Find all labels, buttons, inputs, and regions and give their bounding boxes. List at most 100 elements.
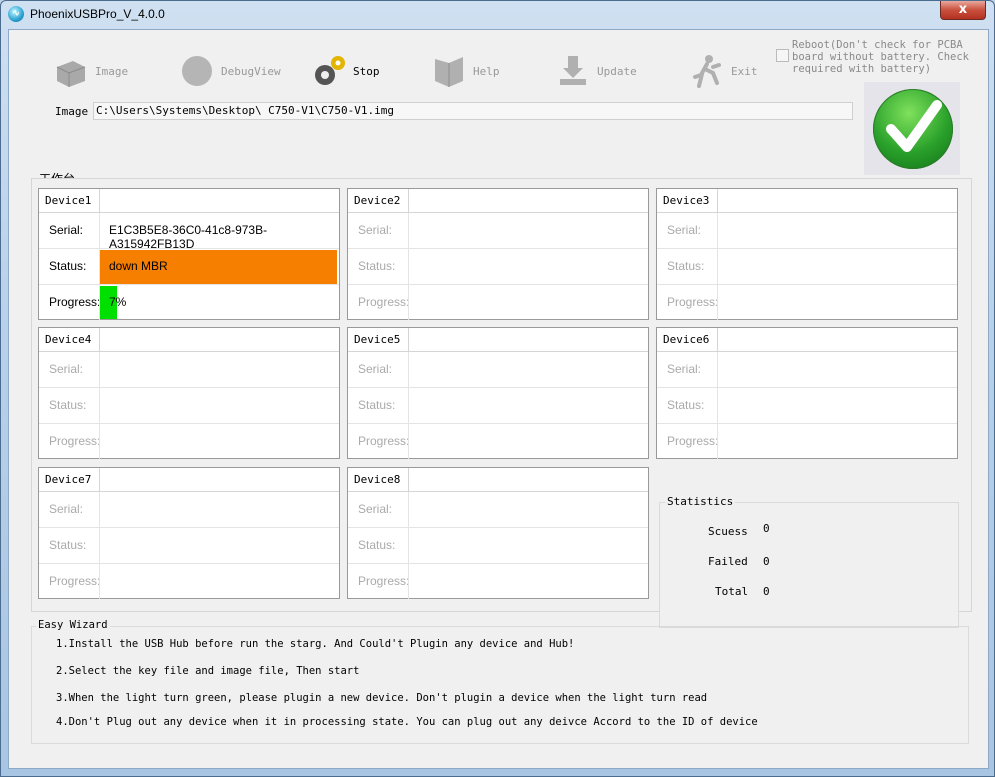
status-label: Status: (49, 259, 87, 273)
status-label: Status: (49, 538, 87, 552)
header-divider (408, 328, 409, 351)
row-divider (408, 424, 409, 459)
device-name: Device2 (354, 194, 401, 207)
serial-row: Serial: (348, 213, 648, 249)
progress-value: 7% (109, 295, 127, 309)
row-divider (717, 249, 718, 284)
title-bar[interactable]: ∿ PhoenixUSBPro_V_4.0.0 x (1, 1, 994, 27)
reboot-checkbox-label: Reboot(Don't check for PCBA board withou… (792, 39, 970, 75)
image-button[interactable]: Image (53, 48, 128, 94)
serial-label: Serial: (49, 502, 84, 516)
progress-row: Progress: (348, 564, 648, 599)
device-name: Device4 (45, 333, 92, 346)
serial-label: Serial: (667, 223, 702, 237)
row-divider (99, 285, 100, 320)
update-button-label: Update (597, 64, 637, 78)
device-name: Device7 (45, 473, 92, 486)
row-divider (717, 388, 718, 423)
device-header: Device4 (39, 328, 339, 352)
gears-icon (315, 56, 345, 85)
stop-button[interactable]: Stop (311, 48, 380, 94)
reboot-checkbox-box[interactable] (776, 49, 789, 62)
failed-label: Failed (708, 555, 748, 568)
status-light-circle (873, 89, 953, 169)
image-file-icon (56, 61, 86, 87)
download-icon (560, 56, 586, 85)
header-divider (717, 189, 718, 212)
total-label: Total (715, 585, 749, 598)
device-header: Device8 (348, 468, 648, 492)
serial-label: Serial: (49, 362, 84, 376)
progress-row: Progress: (39, 564, 339, 599)
row-divider (408, 492, 409, 527)
window-title: PhoenixUSBPro_V_4.0.0 (30, 7, 165, 21)
progress-row: Progress: 7% (39, 285, 339, 320)
serial-row: Serial: (39, 492, 339, 528)
row-divider (717, 213, 718, 248)
stop-button-label: Stop (353, 64, 380, 78)
header-divider (99, 468, 100, 491)
row-divider (717, 285, 718, 320)
progress-row: Progress: (657, 285, 957, 320)
serial-row: Serial: (39, 352, 339, 388)
statistics-title: Statistics (665, 495, 736, 508)
statistics-panel (659, 502, 959, 628)
row-divider (99, 564, 100, 599)
row-divider (408, 249, 409, 284)
device-panel-5: Device5 Serial: Status: Progress: (347, 327, 649, 459)
success-label: Scuess (708, 525, 748, 538)
row-divider (99, 213, 100, 248)
help-book-icon (435, 57, 463, 87)
device-name: Device3 (663, 194, 710, 207)
status-light (864, 82, 960, 175)
debugview-button[interactable]: DebugView (179, 48, 281, 94)
checkmark-icon (886, 100, 942, 152)
image-button-label: Image (95, 64, 129, 78)
serial-row: Serial: (348, 492, 648, 528)
update-button[interactable]: Update (555, 48, 637, 94)
row-divider (408, 285, 409, 320)
status-label: Status: (358, 259, 396, 273)
status-row: Status: (348, 388, 648, 424)
device-header: Device5 (348, 328, 648, 352)
exit-button-label: Exit (731, 64, 758, 78)
device-panel-6: Device6 Serial: Status: Progress: (656, 327, 958, 459)
device-panel-2: Device2 Serial: Status: Progress: (347, 188, 649, 320)
exit-button[interactable]: Exit (689, 48, 758, 94)
row-divider (99, 352, 100, 387)
device-panel-1: Device1 Serial: E1C3B5E8-36C0-41c8-973B-A3… (38, 188, 340, 320)
header-divider (717, 328, 718, 351)
device-name: Device6 (663, 333, 710, 346)
status-label: Status: (667, 259, 705, 273)
debugview-button-label: DebugView (221, 64, 281, 78)
header-divider (99, 189, 100, 212)
header-divider (408, 468, 409, 491)
row-divider (717, 424, 718, 459)
serial-value: E1C3B5E8-36C0-41c8-973B-A315942FB13D (109, 223, 268, 251)
progress-label: Progress: (667, 295, 719, 309)
status-row: Status: (348, 528, 648, 564)
serial-label: Serial: (667, 362, 702, 376)
total-value: 0 (763, 585, 770, 598)
progress-label: Progress: (358, 295, 410, 309)
header-divider (408, 189, 409, 212)
running-man-icon (693, 55, 721, 88)
status-row: Status: (657, 388, 957, 424)
row-divider (408, 352, 409, 387)
serial-label: Serial: (358, 223, 393, 237)
progress-label: Progress: (358, 434, 410, 448)
wizard-line: 4.Don't Plug out any device when it in p… (56, 716, 758, 728)
close-button[interactable]: x (940, 1, 986, 20)
device-header: Device2 (348, 189, 648, 213)
client-area: Image DebugView Stop Help Update Exit Re… (8, 29, 989, 769)
progress-label: Progress: (49, 295, 101, 309)
device-header: Device3 (657, 189, 957, 213)
device-panel-7: Device7 Serial: Status: Progress: (38, 467, 340, 599)
status-label: Status: (667, 398, 705, 412)
serial-label: Serial: (358, 362, 393, 376)
serial-label: Serial: (358, 502, 393, 516)
wizard-line: 1.Install the USB Hub before run the sta… (56, 638, 575, 650)
image-path-field[interactable]: C:\Users\Systems\Desktop\ C750-V1\C750-V… (93, 102, 853, 120)
debug-circle-icon (182, 56, 212, 86)
help-button[interactable]: Help (431, 48, 500, 94)
